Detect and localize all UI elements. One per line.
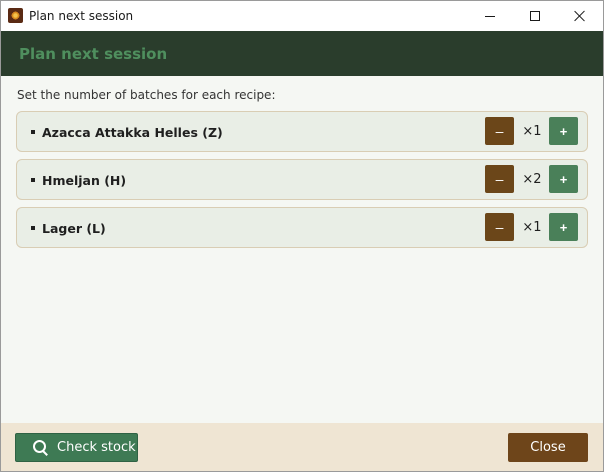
recipe-row-lager: Lager (L) – ×1 + [16, 207, 588, 248]
window-title: Plan next session [29, 9, 134, 23]
minimize-icon [485, 15, 495, 17]
maximize-icon [530, 11, 540, 21]
close-icon [574, 10, 586, 22]
instruction-text: Set the number of batches for each recip… [17, 88, 276, 102]
increment-button[interactable]: + [549, 117, 578, 145]
decrement-button[interactable]: – [485, 117, 514, 145]
decrement-button[interactable]: – [485, 213, 514, 241]
batch-count: ×1 [522, 220, 542, 235]
recipe-row-hmeljan: Hmeljan (H) – ×2 + [16, 159, 588, 200]
check-stock-label: Check stock [57, 440, 136, 455]
beer-barrel-app-icon [8, 8, 23, 23]
header-band: Plan next session [1, 31, 603, 76]
recipe-name: Hmeljan (H) [42, 173, 127, 188]
search-icon [33, 439, 49, 456]
increment-button[interactable]: + [549, 213, 578, 241]
check-stock-button[interactable]: Check stock [15, 433, 138, 462]
maximize-button[interactable] [512, 1, 558, 31]
recipe-row-azacca-attakka-helles: Azacca Attakka Helles (Z) – ×1 + [16, 111, 588, 152]
window-close-button[interactable] [557, 1, 603, 31]
increment-button[interactable]: + [549, 165, 578, 193]
batch-count: ×1 [522, 124, 542, 139]
batch-count: ×2 [522, 172, 542, 187]
footer-bar: Check stock Close [1, 423, 603, 471]
recipe-name: Lager (L) [42, 221, 106, 236]
minimize-button[interactable] [467, 1, 513, 31]
close-button[interactable]: Close [508, 433, 588, 462]
bullet-icon [31, 178, 35, 182]
bullet-icon [31, 130, 35, 134]
plan-session-window: Plan next session Plan next session Set … [0, 0, 604, 472]
decrement-button[interactable]: – [485, 165, 514, 193]
page-title: Plan next session [19, 45, 168, 63]
bullet-icon [31, 226, 35, 230]
recipe-name: Azacca Attakka Helles (Z) [42, 125, 223, 140]
title-bar[interactable]: Plan next session [1, 1, 603, 31]
